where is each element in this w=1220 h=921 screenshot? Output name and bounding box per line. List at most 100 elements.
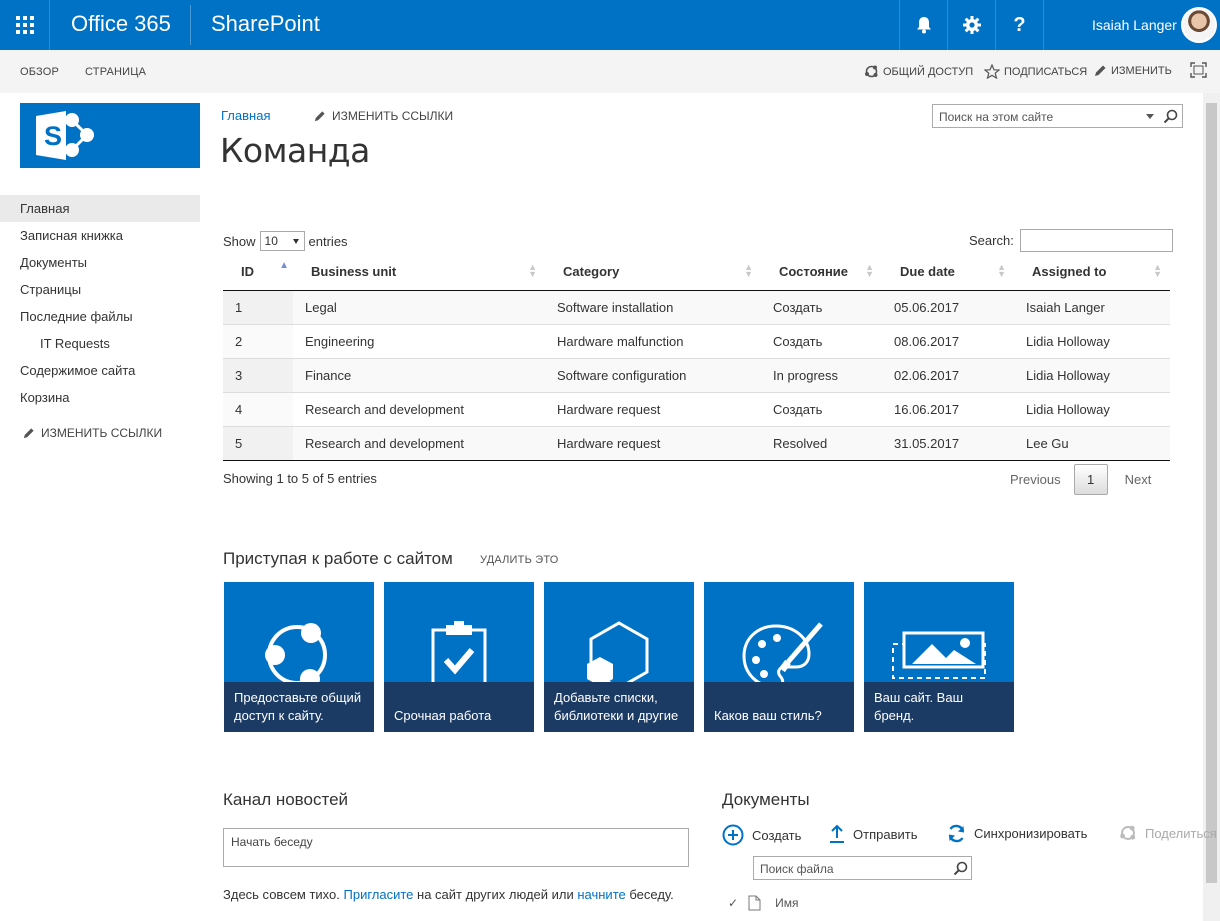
upload-label: Отправить — [853, 826, 918, 842]
cell-status: In progress — [761, 357, 882, 392]
tile-add-apps[interactable]: Добавьте списки, библиотеки и другие — [544, 582, 694, 732]
settings-button[interactable] — [947, 0, 995, 50]
cell-id: 1 — [223, 290, 293, 324]
page-scrollbar[interactable] — [1203, 93, 1220, 921]
scrollbar-thumb[interactable] — [1206, 103, 1217, 883]
nav-item-it-requests[interactable]: IT Requests — [0, 330, 200, 357]
pagination-previous[interactable]: Previous — [1010, 472, 1061, 487]
conversation-placeholder: Начать беседу — [231, 835, 313, 849]
office365-brand[interactable]: Office 365 — [71, 11, 171, 37]
sort-icon: ▲ ▼ — [865, 262, 874, 279]
ribbon-bar: ОБЗОР СТРАНИЦА ОБЩИЙ ДОСТУП ПОДПИСАТЬСЯ … — [0, 50, 1220, 93]
cell-due-date: 16.06.2017 — [882, 391, 1014, 426]
tile-your-brand[interactable]: Ваш сайт. Ваш бренд. — [864, 582, 1014, 732]
help-button[interactable]: ? — [995, 0, 1043, 50]
start-conversation-input[interactable]: Начать беседу — [223, 828, 689, 867]
pencil-icon — [314, 110, 325, 121]
share-button[interactable]: ОБЩИЙ ДОСТУП — [864, 64, 973, 79]
bell-icon — [916, 17, 931, 34]
breadcrumb-home[interactable]: Главная — [221, 108, 270, 123]
cell-id: 5 — [223, 425, 293, 461]
col-header-category[interactable]: Category ▲ ▼ — [545, 254, 761, 291]
upload-icon — [830, 824, 844, 843]
tile-working-on-deadline[interactable]: Срочная работа — [384, 582, 534, 732]
cell-assigned-to: Lidia Holloway — [1014, 323, 1170, 358]
follow-button[interactable]: ПОДПИСАТЬСЯ — [984, 64, 1087, 79]
sort-icon: ▲ ▼ — [528, 262, 537, 279]
file-search-input[interactable]: Поиск файла — [753, 856, 972, 880]
table-row[interactable]: 3 Finance Software configuration In prog… — [223, 357, 1170, 392]
table-row[interactable]: 4 Research and development Hardware requ… — [223, 391, 1170, 426]
notifications-button[interactable] — [899, 0, 947, 50]
edit-label: ИЗМЕНИТЬ — [1111, 65, 1172, 77]
col-header-business-unit[interactable]: Business unit ▲ ▼ — [293, 254, 545, 291]
col-header-id[interactable]: ID ▲ — [223, 254, 293, 291]
invite-link[interactable]: Пригласите — [344, 887, 414, 902]
site-logo[interactable]: S — [20, 103, 200, 168]
nav-item-recent[interactable]: Последние файлы — [0, 303, 200, 330]
cell-status: Создать — [761, 290, 882, 324]
cell-due-date: 08.06.2017 — [882, 323, 1014, 358]
upload-button[interactable]: Отправить — [829, 824, 917, 844]
pencil-icon — [23, 427, 34, 438]
tab-browse[interactable]: ОБЗОР — [20, 66, 59, 78]
sharepoint-logo-icon: S — [36, 111, 94, 160]
nav-item-notebook[interactable]: Записная книжка — [0, 222, 200, 249]
quicklaunch-edit-links[interactable]: ИЗМЕНИТЬ ССЫЛКИ — [0, 423, 200, 443]
nav-item-recycle-bin[interactable]: Корзина — [0, 384, 200, 411]
table-row[interactable]: 1 Legal Software installation Создать 05… — [223, 290, 1170, 324]
table-row[interactable]: 5 Research and development Hardware requ… — [223, 425, 1170, 461]
col-header-assigned-to[interactable]: Assigned to ▲ ▼ — [1014, 254, 1170, 291]
topnav-edit-links[interactable]: ИЗМЕНИТЬ ССЫЛКИ — [313, 109, 453, 123]
col-header-due-date[interactable]: Due date ▲ ▼ — [882, 254, 1014, 291]
documents-title: Документы — [722, 790, 810, 809]
nav-item-site-contents[interactable]: Содержимое сайта — [0, 357, 200, 384]
dt-length-select[interactable]: 10 — [259, 231, 305, 251]
gear-icon — [962, 16, 981, 34]
tile-label: Предоставьте общий доступ к сайту. — [224, 682, 374, 732]
select-all-checkmark-icon[interactable]: ✓ — [728, 896, 738, 910]
sync-button[interactable]: Синхронизировать — [947, 824, 1087, 843]
tab-page[interactable]: СТРАНИЦА — [85, 66, 146, 78]
nav-item-home[interactable]: Главная — [0, 195, 200, 222]
cell-category: Hardware request — [545, 391, 761, 426]
tile-label: Добавьте списки, библиотеки и другие — [544, 682, 694, 732]
plus-circle-icon — [722, 824, 744, 846]
cell-assigned-to: Isaiah Langer — [1014, 290, 1170, 324]
focus-on-content-icon[interactable] — [1190, 62, 1207, 78]
table-row[interactable]: 2 Engineering Hardware malfunction Созда… — [223, 323, 1170, 358]
cell-id: 2 — [223, 323, 293, 358]
share-icon — [1120, 825, 1136, 840]
tile-share-site[interactable]: Предоставьте общий доступ к сайту. — [224, 582, 374, 732]
name-column-header[interactable]: Имя — [775, 896, 798, 910]
nav-item-pages[interactable]: Страницы — [0, 276, 200, 303]
cell-business-unit: Engineering — [293, 323, 545, 358]
cell-status: Создать — [761, 323, 882, 358]
tile-your-style[interactable]: Каков ваш стиль? — [704, 582, 854, 732]
col-header-status[interactable]: Состояние ▲ ▼ — [761, 254, 882, 291]
pagination-next[interactable]: Next — [1125, 472, 1152, 487]
suite-bar: Office 365 SharePoint ? Isaiah Langer — [0, 0, 1220, 50]
app-name[interactable]: SharePoint — [211, 11, 320, 37]
avatar[interactable] — [1181, 7, 1217, 43]
share-document-button[interactable]: Поделиться — [1119, 824, 1217, 842]
waffle-icon — [15, 16, 34, 34]
cell-category: Hardware malfunction — [545, 323, 761, 358]
cell-business-unit: Research and development — [293, 425, 545, 461]
search-icon[interactable] — [1163, 109, 1178, 124]
search-scope-dropdown-icon[interactable] — [1146, 114, 1154, 119]
star-icon — [984, 64, 1000, 79]
new-document-button[interactable]: Создать — [722, 824, 801, 846]
pagination-page-1[interactable]: 1 — [1073, 464, 1108, 495]
site-search-input[interactable]: Поиск на этом сайте — [932, 104, 1183, 128]
cell-category: Software configuration — [545, 357, 761, 392]
getting-started-remove[interactable]: УДАЛИТЬ ЭТО — [480, 554, 559, 566]
sort-icon: ▲ ▼ — [744, 262, 753, 279]
user-menu[interactable]: Isaiah Langer — [1043, 0, 1220, 50]
nav-item-documents[interactable]: Документы — [0, 249, 200, 276]
edit-button[interactable]: ИЗМЕНИТЬ — [1093, 64, 1172, 78]
app-launcher-button[interactable] — [0, 0, 50, 50]
dt-search-input[interactable] — [1019, 229, 1173, 252]
search-icon[interactable] — [953, 861, 968, 876]
start-conversation-link[interactable]: начните — [577, 887, 625, 902]
